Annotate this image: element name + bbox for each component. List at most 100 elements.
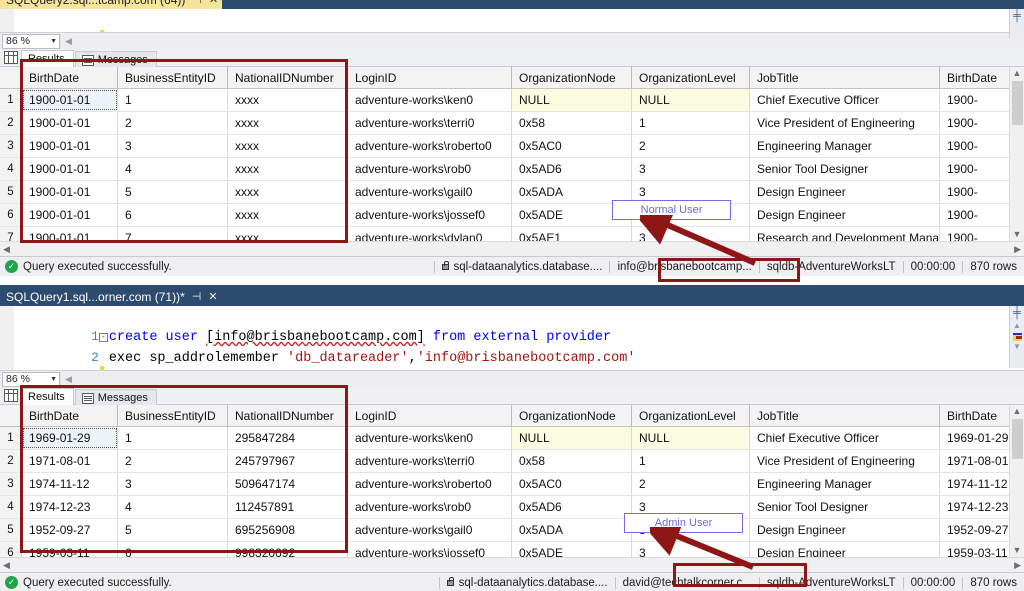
cell-organizationnode[interactable]: NULL (512, 89, 632, 111)
top-sql-editor[interactable]: 1select BirthDate, * from [dbo].[Employe… (0, 9, 1024, 32)
cell-organizationnode[interactable]: 0x5AC0 (512, 473, 632, 495)
cell-organizationlevel[interactable]: 1 (632, 450, 750, 472)
cell-organizationlevel[interactable]: 3 (632, 542, 750, 557)
cell-birthdate[interactable]: 1900-01-01 (22, 158, 118, 180)
cell-loginid[interactable]: adventure-works\roberto0 (348, 135, 512, 157)
table-row[interactable]: 1 1969-01-29 1 295847284 adventure-works… (0, 427, 1024, 450)
top-status-database[interactable]: sqldb-AdventureWorksLT (758, 260, 903, 273)
cell-jobtitle[interactable]: Design Engineer (750, 181, 940, 203)
cell-birthdate-2[interactable]: 1971-08-01 (940, 450, 1014, 472)
cell-businessentityid[interactable]: 1 (118, 427, 228, 449)
cell-nationalidnumber[interactable]: 695256908 (228, 519, 348, 541)
top-grid-vscrollbar[interactable]: ▲ ▼ (1009, 67, 1024, 241)
table-row[interactable]: 2 1900-01-01 2 xxxx adventure-works\terr… (0, 112, 1024, 135)
scroll-down-icon[interactable]: ▼ (1013, 544, 1022, 557)
cell-birthdate-2[interactable]: 1900- (940, 158, 1014, 180)
bottom-status-database[interactable]: sqldb-AdventureWorksLT (758, 576, 903, 589)
cell-birthdate[interactable]: 1900-01-01 (22, 227, 118, 241)
cell-businessentityid[interactable]: 4 (118, 496, 228, 518)
scroll-right-icon[interactable]: ▶ (1014, 560, 1021, 571)
table-row[interactable]: 1 1900-01-01 1 xxxx adventure-works\ken0… (0, 89, 1024, 112)
bottom-hdr-organizationnode[interactable]: OrganizationNode (512, 405, 632, 426)
top-tab-sqlquery2[interactable]: SQLQuery2.sql...tcamp.com (64)) ⊣ ✕ (0, 0, 223, 9)
split-pane-icon[interactable]: ╪ (1011, 306, 1024, 321)
cell-loginid[interactable]: adventure-works\jossef0 (348, 204, 512, 226)
cell-businessentityid[interactable]: 6 (118, 204, 228, 226)
scroll-left-icon[interactable]: ◀ (3, 560, 10, 571)
chevron-down-icon[interactable]: ▼ (50, 38, 57, 45)
cell-loginid[interactable]: adventure-works\gail0 (348, 519, 512, 541)
cell-nationalidnumber[interactable]: xxxx (228, 89, 348, 111)
cell-jobtitle[interactable]: Design Engineer (750, 519, 940, 541)
pin-icon[interactable]: ⊣ (192, 290, 202, 303)
cell-birthdate-2[interactable]: 1900- (940, 112, 1014, 134)
top-hdr-nationalidnumber[interactable]: NationalIDNumber (228, 67, 348, 88)
cell-organizationnode[interactable]: 0x58 (512, 450, 632, 472)
cell-birthdate-2[interactable]: 1974-12-23 (940, 496, 1014, 518)
cell-birthdate-2[interactable]: 1969-01-29 (940, 427, 1014, 449)
cell-organizationnode[interactable]: 0x5AE1 (512, 227, 632, 241)
table-row[interactable]: 7 1900-01-01 7 xxxx adventure-works\dyla… (0, 227, 1024, 241)
cell-nationalidnumber[interactable]: xxxx (228, 158, 348, 180)
cell-jobtitle[interactable]: Vice President of Engineering (750, 112, 940, 134)
cell-loginid[interactable]: adventure-works\ken0 (348, 427, 512, 449)
cell-birthdate[interactable]: 1900-01-01 (22, 112, 118, 134)
cell-businessentityid[interactable]: 3 (118, 135, 228, 157)
cell-nationalidnumber[interactable]: 245797967 (228, 450, 348, 472)
top-hdr-organizationlevel[interactable]: OrganizationLevel (632, 67, 750, 88)
table-row[interactable]: 3 1974-11-12 3 509647174 adventure-works… (0, 473, 1024, 496)
bottom-results-grid[interactable]: BirthDate BusinessEntityID NationalIDNum… (0, 405, 1024, 557)
cell-nationalidnumber[interactable]: 509647174 (228, 473, 348, 495)
cell-nationalidnumber[interactable]: xxxx (228, 227, 348, 241)
top-hdr-birthdate-2[interactable]: BirthDate (940, 67, 1014, 88)
scroll-right-icon[interactable]: ▶ (1014, 244, 1021, 255)
top-hdr-loginid[interactable]: LoginID (348, 67, 512, 88)
vscroll-thumb[interactable] (1011, 81, 1023, 125)
chevron-down-icon[interactable]: ▼ (50, 376, 57, 383)
cell-birthdate[interactable]: 1969-01-29 (22, 427, 118, 449)
bottom-hdr-organizationlevel[interactable]: OrganizationLevel (632, 405, 750, 426)
top-editor-split-control[interactable]: ╪ (1009, 9, 1024, 39)
bottom-grid-vscrollbar[interactable]: ▲ ▼ (1009, 405, 1024, 557)
top-tab-messages[interactable]: Messages (74, 51, 157, 68)
cell-birthdate-2[interactable]: 1974-11-12 (940, 473, 1014, 495)
bottom-hdr-birthdate-2[interactable]: BirthDate (940, 405, 1014, 426)
cell-businessentityid[interactable]: 5 (118, 181, 228, 203)
cell-loginid[interactable]: adventure-works\rob0 (348, 158, 512, 180)
cell-organizationlevel[interactable]: NULL (632, 89, 750, 111)
cell-loginid[interactable]: adventure-works\roberto0 (348, 473, 512, 495)
cell-businessentityid[interactable]: 2 (118, 450, 228, 472)
top-status-server[interactable]: sql-dataanalytics.database.... (433, 260, 610, 273)
cell-businessentityid[interactable]: 3 (118, 473, 228, 495)
cell-nationalidnumber[interactable]: xxxx (228, 135, 348, 157)
cell-nationalidnumber[interactable]: xxxx (228, 112, 348, 134)
bottom-tab-messages[interactable]: Messages (74, 389, 157, 406)
table-row[interactable]: 4 1900-01-01 4 xxxx adventure-works\rob0… (0, 158, 1024, 181)
bottom-sql-editor[interactable]: 1- create user [info@brisbanebootcamp.com… (0, 306, 1024, 370)
table-row[interactable]: 5 1952-09-27 5 695256908 adventure-works… (0, 519, 1024, 542)
cell-businessentityid[interactable]: 5 (118, 519, 228, 541)
cell-nationalidnumber[interactable]: 295847284 (228, 427, 348, 449)
vscroll-thumb[interactable] (1011, 419, 1023, 459)
bottom-hdr-birthdate[interactable]: BirthDate (22, 405, 118, 426)
top-tab-results[interactable]: Results (21, 50, 74, 67)
top-hdr-birthdate[interactable]: BirthDate (22, 67, 118, 88)
cell-birthdate-2[interactable]: 1959-03-11 (940, 542, 1014, 557)
cell-businessentityid[interactable]: 4 (118, 158, 228, 180)
cell-loginid[interactable]: adventure-works\dylan0 (348, 227, 512, 241)
cell-nationalidnumber[interactable]: xxxx (228, 181, 348, 203)
cell-organizationnode[interactable]: 0x5AD6 (512, 496, 632, 518)
cell-birthdate[interactable]: 1900-01-01 (22, 181, 118, 203)
bottom-hdr-loginid[interactable]: LoginID (348, 405, 512, 426)
bottom-zoom-select[interactable]: 86 % ▼ (2, 371, 60, 387)
scroll-down-icon[interactable]: ▼ (1013, 341, 1021, 353)
cell-birthdate[interactable]: 1900-01-01 (22, 135, 118, 157)
cell-jobtitle[interactable]: Senior Tool Designer (750, 158, 940, 180)
split-pane-icon[interactable]: ╪ (1011, 9, 1024, 24)
cell-jobtitle[interactable]: Senior Tool Designer (750, 496, 940, 518)
bottom-tab-results[interactable]: Results (21, 388, 74, 405)
cell-jobtitle[interactable]: Engineering Manager (750, 135, 940, 157)
top-grid-hscrollbar[interactable]: ◀ ▶ (0, 241, 1024, 256)
cell-loginid[interactable]: adventure-works\jossef0 (348, 542, 512, 557)
cell-jobtitle[interactable]: Chief Executive Officer (750, 427, 940, 449)
